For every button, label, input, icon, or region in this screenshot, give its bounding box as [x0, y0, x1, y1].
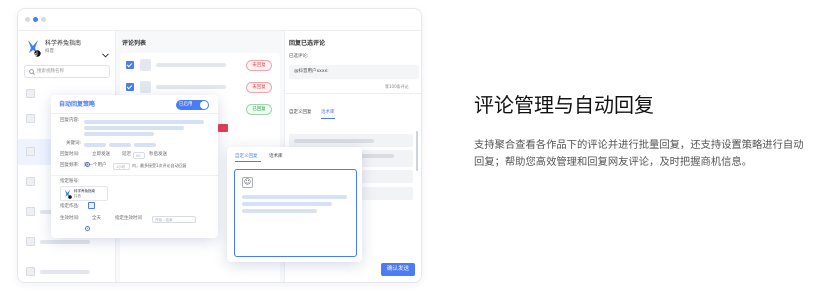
comment-row[interactable]: 未回复: [120, 77, 280, 97]
window-dot-active: [33, 17, 38, 22]
selected-label: 已选评论:: [289, 54, 309, 59]
reply-title: 回复已选评论: [289, 40, 326, 47]
feature-description: 支持聚合查看各作品下的评论并进行批量回复，还支持设置策略进行自动回复；帮助您高效…: [474, 139, 804, 168]
comment-placeholder: [156, 85, 226, 89]
reply-content-line: [84, 126, 184, 130]
script-item[interactable]: [289, 134, 413, 147]
selected-user: @抖音用户xxxx:: [294, 69, 329, 74]
frequency-text1: 同一个用户: [84, 163, 107, 168]
account-avatar[interactable]: [25, 39, 41, 57]
video-title-placeholder: [40, 240, 90, 244]
reply-text-line: [242, 195, 347, 199]
reply-content-line: [84, 132, 154, 136]
effective-specify: 指定生效时间: [115, 216, 142, 221]
scrollbar[interactable]: [416, 131, 418, 171]
status-badge: 已回复: [246, 104, 272, 115]
search-icon: [29, 69, 35, 75]
delay-label: 延迟: [122, 152, 131, 157]
enable-toggle[interactable]: 已启用: [176, 100, 209, 110]
frequency-label: 回复频率:: [60, 163, 80, 168]
reply-text-line: [242, 209, 317, 213]
delay-input[interactable]: 00: [133, 152, 145, 159]
comment-placeholder: [156, 63, 226, 67]
keyword-tag[interactable]: [134, 143, 156, 147]
video-file-icon[interactable]: [26, 89, 35, 98]
video-title-placeholder: [40, 270, 90, 274]
status-badge: 未回复: [246, 60, 272, 71]
toggle-knob: [200, 101, 208, 109]
reply-text-line: [242, 202, 332, 206]
effective-option: 全天: [92, 216, 101, 221]
divider: [285, 93, 421, 94]
chevron-down-icon[interactable]: [102, 43, 109, 62]
user-avatar: [140, 81, 151, 93]
divider: [51, 113, 218, 114]
feature-title: 评论管理与自动回复: [474, 93, 654, 117]
tab-underline: [235, 161, 261, 162]
image-icon[interactable]: [88, 202, 95, 209]
window-dot: [41, 17, 46, 22]
video-file-icon[interactable]: [26, 177, 35, 186]
works-label: 指定作品:: [60, 204, 80, 209]
search-input[interactable]: 搜索视频名称: [24, 65, 110, 78]
video-file-icon[interactable]: [26, 147, 35, 156]
reply-content-line: [84, 120, 204, 124]
tab-underline: [321, 118, 335, 119]
video-file-icon[interactable]: [26, 207, 35, 216]
reply-editor-card: 自定义回复 话术库 ☺: [227, 147, 362, 262]
reply-content-label: 回复内容:: [60, 118, 80, 123]
account-platform: 抖音: [45, 49, 54, 54]
window-dot: [25, 17, 30, 22]
user-avatar: [140, 59, 151, 71]
tab-custom-reply[interactable]: 自定义回复: [289, 110, 312, 116]
comment-row[interactable]: [120, 279, 280, 283]
video-file-icon[interactable]: [26, 114, 35, 123]
tab-script-library[interactable]: 话术库: [269, 154, 283, 160]
comments-title: 评论列表: [122, 40, 147, 47]
tab-script-library[interactable]: 话术库: [321, 110, 335, 116]
delay-unit: 秒后发送: [149, 152, 167, 157]
chip-platform: 抖音: [74, 194, 81, 198]
strategy-title: 自动回复策略: [59, 101, 96, 108]
reply-textarea[interactable]: ☺: [234, 169, 357, 257]
new-tag: [218, 124, 228, 132]
effective-label: 生效时间:: [60, 216, 80, 221]
rabbit-logo-icon: [28, 40, 41, 57]
reply-time-label: 回复时间:: [60, 152, 80, 157]
frequency-input[interactable]: 1小时: [113, 163, 130, 170]
row-checkbox[interactable]: [126, 83, 134, 91]
video-file-icon[interactable]: [26, 237, 35, 246]
user-avatar: [140, 282, 151, 283]
toggle-label: 已启用: [179, 102, 193, 107]
status-badge: 未回复: [246, 82, 272, 93]
search-placeholder: 搜索视频名称: [37, 69, 64, 74]
keyword-label: 关键词:: [66, 141, 82, 146]
video-file-icon[interactable]: [26, 267, 35, 276]
frequency-text2: 内，最多接受1次评论自动回复: [132, 163, 187, 168]
tab-custom-reply[interactable]: 自定义回复: [235, 154, 258, 160]
keyword-tag[interactable]: [109, 143, 131, 147]
selected-more: 等100条评论: [385, 84, 409, 89]
comment-row[interactable]: 未回复: [120, 55, 280, 75]
auto-reply-strategy-card: 自动回复策略 已启用 回复内容: 关键词: 回复时间: 立即发送 延迟 00 秒…: [51, 95, 218, 238]
radio-all-day[interactable]: [85, 216, 90, 235]
row-checkbox[interactable]: [126, 61, 134, 69]
keyword-tag[interactable]: [84, 143, 106, 147]
confirm-send-button[interactable]: 确认发送: [381, 263, 415, 276]
emoji-icon[interactable]: ☺: [242, 177, 253, 188]
time-range-input[interactable]: 开始 - 结束: [152, 216, 196, 223]
selected-comments-box: @抖音用户xxxx:: [289, 65, 419, 79]
account-label: 指定账号:: [60, 179, 80, 184]
account-name: 科学养兔指南: [45, 40, 82, 47]
reply-time-option: 立即发送: [92, 152, 110, 157]
account-chip[interactable]: 科学养兔指南 抖音: [60, 186, 108, 201]
divider: [51, 175, 218, 176]
rabbit-logo-icon: [64, 189, 72, 199]
